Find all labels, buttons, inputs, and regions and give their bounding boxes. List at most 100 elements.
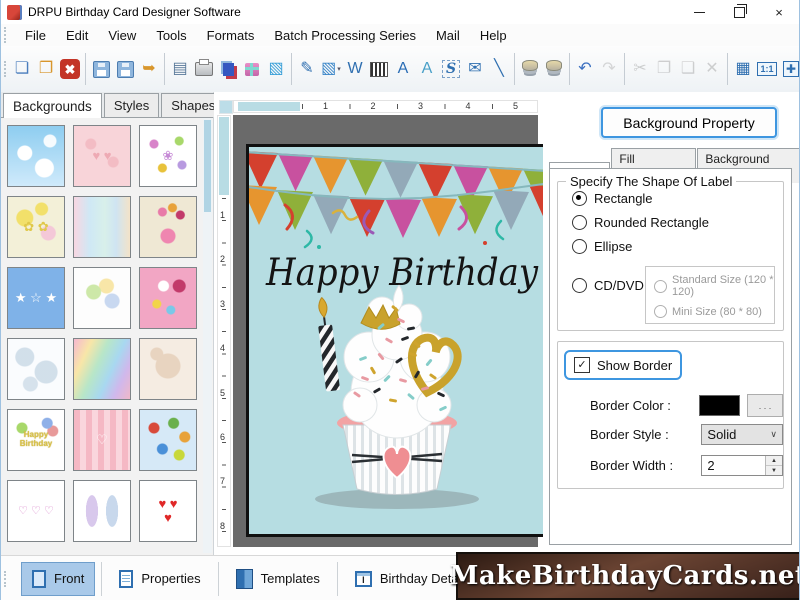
minimize-button[interactable] [679, 0, 719, 24]
bg-winter-scene-thumbnail[interactable] [73, 196, 131, 258]
line-tool-icon[interactable]: ╲ [488, 54, 510, 84]
font-icon[interactable]: A [392, 54, 414, 84]
toolbar-separator [291, 53, 292, 85]
background-property-button[interactable]: Background Property [601, 107, 777, 138]
signature-icon[interactable]: S [440, 54, 462, 84]
open-file-icon[interactable]: ❐ [35, 54, 57, 84]
fit-screen-icon[interactable]: ✚ [780, 54, 800, 84]
bg-butterflies-thumbnail[interactable]: ❀ [139, 125, 197, 187]
save-icon[interactable] [90, 54, 112, 84]
bg-bird-balloons-thumbnail[interactable] [139, 196, 197, 258]
tab-front[interactable]: Front [21, 562, 95, 596]
barcode-glyph [370, 62, 388, 77]
bg-red-hearts-thumbnail[interactable]: ♥ ♥ ♥ [139, 480, 197, 542]
border-style-dropdown[interactable]: Solid ∨ [701, 424, 783, 445]
print-icon[interactable] [193, 54, 215, 84]
bg-rainbow-pastel-thumbnail[interactable] [73, 338, 131, 400]
tab-templates[interactable]: Templates [225, 561, 331, 597]
menu-item-mail[interactable]: Mail [426, 26, 470, 45]
bg-bubbles-thumbnail[interactable] [7, 338, 65, 400]
border-color-browse-button[interactable]: . . . [747, 394, 783, 417]
scrollbar-thumb[interactable] [204, 120, 211, 212]
restore-icon [734, 7, 745, 18]
tab-properties[interactable]: Properties [108, 562, 211, 596]
bottom-tab-separator [101, 562, 102, 596]
actual-size-icon[interactable]: 1:1 [756, 54, 778, 84]
spin-up-icon[interactable]: ▲ [766, 456, 782, 466]
radio-rectangle[interactable]: Rectangle [572, 191, 783, 206]
email-icon[interactable]: ✉ [464, 54, 486, 84]
database-1-icon[interactable] [519, 54, 541, 84]
radio-mini-size-80-80[interactable]: Mini Size (80 * 80) [654, 305, 774, 318]
bg-pastel-balloons-thumbnail[interactable] [73, 267, 131, 329]
undo-icon[interactable]: ↶ [574, 54, 596, 84]
radio-standard-size-120-120[interactable]: Standard Size (120 * 120) [654, 274, 774, 298]
open-file-glyph: ❐ [39, 61, 53, 77]
application-window: DRPU Birthday Card Designer Software × F… [0, 0, 800, 600]
spin-down-icon[interactable]: ▼ [766, 466, 782, 475]
export-file-icon[interactable]: ➥ [138, 54, 160, 84]
bg-happy-birthday-text-glyph: Happy Birthday [20, 431, 52, 449]
shape-group-legend: Specify The Shape Of Label [566, 174, 736, 189]
bg-blue-stars-thumbnail[interactable]: ★ ☆ ★ [7, 267, 65, 329]
toolbar-separator [624, 53, 625, 85]
bg-pink-hearts-thumbnail[interactable]: ♥ ♥ [73, 125, 131, 187]
close-file-icon[interactable]: ✖ [60, 59, 80, 79]
picture-shapes-icon[interactable]: ▧▾ [320, 54, 342, 84]
barcode-icon[interactable] [368, 54, 390, 84]
fit-screen-glyph: ✚ [783, 61, 799, 77]
menu-bar: FileEditViewToolsFormatsBatch Processing… [1, 24, 799, 47]
show-border-checkbox[interactable]: ✓ Show Border [564, 350, 682, 380]
radio-ellipse[interactable]: Ellipse [572, 239, 783, 254]
menu-item-edit[interactable]: Edit [56, 26, 98, 45]
grid-view-icon[interactable]: ▦ [732, 54, 754, 84]
new-document-icon[interactable]: ❏ [11, 54, 33, 84]
delete-glyph: ✕ [705, 61, 718, 77]
border-width-spinner[interactable]: 2 ▲ ▼ [701, 455, 783, 476]
save-as-glyph [117, 61, 134, 78]
menu-item-formats[interactable]: Formats [197, 26, 265, 45]
save-as-icon[interactable] [114, 54, 136, 84]
workspace[interactable]: Happy Birthday [233, 115, 538, 547]
bg-balloon-columns-thumbnail[interactable] [73, 480, 131, 542]
bg-heart-outlines-thumbnail[interactable]: ♡ ♡ ♡ [7, 480, 65, 542]
vertical-ruler: 12345678 [217, 115, 231, 547]
menu-item-tools[interactable]: Tools [146, 26, 196, 45]
shape-of-label-group: Specify The Shape Of Label RectangleRoun… [557, 181, 784, 331]
bg-happy-birthday-text-thumbnail[interactable]: Happy Birthday [7, 409, 65, 471]
print-glyph [195, 62, 213, 76]
insert-image-icon[interactable]: ▧ [265, 54, 287, 84]
radio-label: Rectangle [594, 191, 653, 206]
bg-heart-stripes-thumbnail[interactable]: ♡ [73, 409, 131, 471]
close-button[interactable]: × [759, 0, 799, 24]
print-copies-icon[interactable] [217, 54, 239, 84]
menu-item-batch-processing-series[interactable]: Batch Processing Series [264, 26, 426, 45]
database-2-icon[interactable] [543, 54, 565, 84]
gift-box-icon[interactable] [241, 54, 263, 84]
menu-item-help[interactable]: Help [470, 26, 517, 45]
menu-item-file[interactable]: File [15, 26, 56, 45]
tab-backgrounds[interactable]: Backgrounds [3, 93, 102, 118]
picture-shapes-glyph: ▧ [321, 61, 336, 77]
radio-label: Ellipse [594, 239, 632, 254]
bg-daisies-thumbnail[interactable]: ✿ ✿ [7, 196, 65, 258]
save-glyph [93, 61, 110, 78]
watermark-icon[interactable]: W [344, 54, 366, 84]
bg-balloons-sky-thumbnail[interactable] [139, 409, 197, 471]
bg-teddy-bear-thumbnail[interactable] [139, 338, 197, 400]
radio-rounded-rectangle[interactable]: Rounded Rectangle [572, 215, 783, 230]
text-page-icon[interactable]: A [416, 54, 438, 84]
restore-button[interactable] [719, 0, 759, 24]
pen-tool-icon[interactable]: ✎ [296, 54, 318, 84]
card-canvas[interactable]: Happy Birthday [246, 144, 558, 537]
border-color-swatch[interactable] [699, 395, 740, 416]
copy-glyph: ❐ [657, 61, 671, 77]
tab-styles[interactable]: Styles [104, 93, 159, 117]
backgrounds-scrollbar[interactable] [203, 118, 212, 553]
print-preview-icon[interactable]: ▤ [169, 54, 191, 84]
v-ruler-number: 4 [220, 344, 225, 353]
bg-sky-clouds-thumbnail[interactable] [7, 125, 65, 187]
menu-item-view[interactable]: View [98, 26, 146, 45]
radio-label: Mini Size (80 * 80) [672, 306, 762, 318]
bg-pink-party-thumbnail[interactable] [139, 267, 197, 329]
